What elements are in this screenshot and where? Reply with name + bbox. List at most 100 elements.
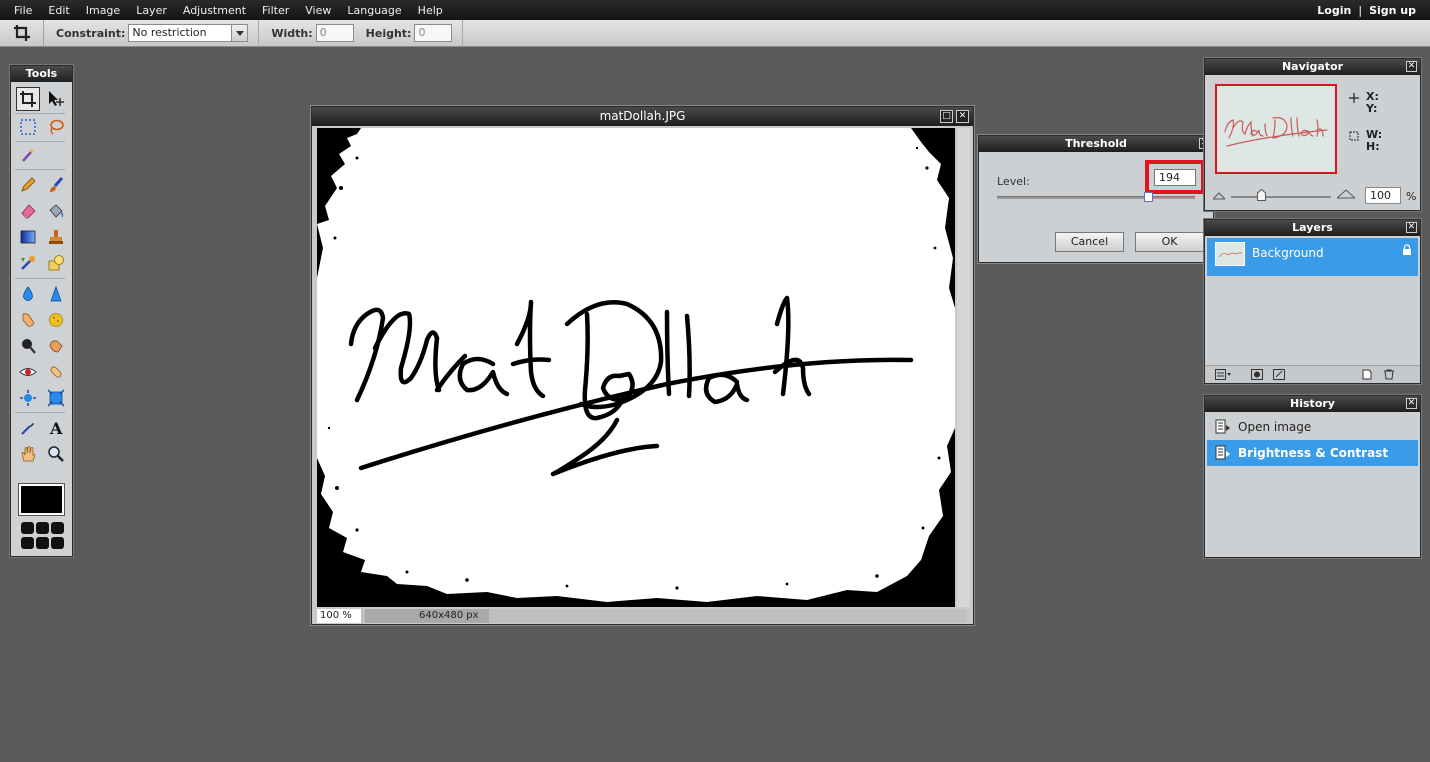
level-input[interactable]: 194 [1154,169,1196,186]
navigator-preview[interactable] [1215,84,1337,174]
image-canvas[interactable] [317,128,955,607]
history-item[interactable]: Brightness & Contrast [1207,440,1418,466]
smudge-icon[interactable] [16,308,40,332]
text-tool-icon[interactable]: A [44,416,68,440]
zoom-slider-handle[interactable] [1257,188,1266,201]
zoom-in-icon[interactable] [1335,189,1357,202]
layer-item[interactable]: Background [1207,238,1418,276]
menu-edit[interactable]: Edit [39,4,76,17]
zoom-input[interactable]: 100 [1365,187,1401,204]
cancel-button[interactable]: Cancel [1055,232,1124,252]
menu-filter[interactable]: Filter [253,4,296,17]
crop-tool-icon[interactable] [16,87,40,111]
foreground-color-swatch[interactable] [19,484,64,515]
lasso-tool-icon[interactable] [44,115,68,139]
zoom-slider-track[interactable] [1231,196,1331,198]
sponge-icon[interactable] [44,308,68,332]
level-slider-track[interactable] [997,196,1195,199]
history-step-icon [1215,419,1231,438]
menu-adjustment[interactable]: Adjustment [174,4,253,17]
red-eye-icon[interactable] [16,360,40,384]
dodge-icon[interactable] [16,334,40,358]
eraser-icon[interactable] [16,199,40,223]
blur-icon[interactable] [16,282,40,306]
link-separator: | [1358,3,1363,17]
brush-icon[interactable] [44,173,68,197]
tools-panel: Tools A [10,65,73,557]
zoom-tool-icon[interactable] [44,442,68,466]
menu-view[interactable]: View [296,4,338,17]
crop-icon[interactable] [0,19,44,47]
burn-icon[interactable] [44,334,68,358]
chevron-down-icon[interactable] [231,25,248,41]
paint-bucket-icon[interactable] [44,199,68,223]
zoom-unit: % [1406,190,1417,203]
menu-file[interactable]: File [0,4,39,17]
constraint-select[interactable]: No restriction [128,24,249,42]
pinch-icon[interactable] [44,386,68,410]
tools-title: Tools [11,66,72,82]
move-tool-icon[interactable] [44,87,68,111]
layers-panel: Layers ✕ Background [1204,219,1421,384]
clone-stamp-icon[interactable] [44,225,68,249]
color-picker-icon[interactable] [16,416,40,440]
divider [15,169,65,170]
signup-link[interactable]: Sign up [1369,4,1416,17]
hand-tool-icon[interactable] [16,442,40,466]
magic-wand-icon[interactable] [16,143,40,167]
layer-style-icon[interactable] [1273,369,1285,380]
account-links: Login | Sign up [1317,0,1416,20]
history-item[interactable]: Open image [1207,414,1418,440]
close-icon[interactable]: ✕ [1406,222,1417,233]
spot-heal-icon[interactable] [44,360,68,384]
palette-button[interactable] [51,522,64,534]
divider [462,19,464,47]
level-label: Level: [997,175,1030,188]
height-input[interactable]: 0 [414,24,453,42]
login-link[interactable]: Login [1317,4,1351,17]
selection-size: W: H: [1366,129,1382,153]
history-title: History [1205,396,1420,412]
color-replace-icon[interactable] [16,251,40,275]
tool-options-bar: Constraint: No restriction Width: 0 Heig… [0,19,1430,47]
lock-icon[interactable] [1402,244,1412,259]
menu-help[interactable]: Help [409,4,450,17]
vertical-scrollbar[interactable] [957,128,970,607]
navigator-title: Navigator [1205,59,1420,75]
marquee-tool-icon[interactable] [16,115,40,139]
palette-button[interactable] [21,522,34,534]
trash-icon[interactable] [1383,369,1395,380]
menu-language[interactable]: Language [338,4,408,17]
gradient-icon[interactable] [16,225,40,249]
palette-button[interactable] [36,537,49,549]
layer-mask-icon[interactable] [1251,369,1263,380]
selection-size-icon [1349,131,1359,144]
menu-image[interactable]: Image [77,4,127,17]
history-item-label: Brightness & Contrast [1238,446,1389,460]
y-label: Y: [1366,102,1378,115]
close-icon[interactable]: ✕ [1406,61,1417,72]
close-icon[interactable]: ✕ [1406,398,1417,409]
crosshair-icon [1349,93,1359,106]
level-slider-handle[interactable] [1143,192,1153,202]
maximize-icon[interactable]: □ [940,110,953,123]
new-layer-icon[interactable] [1361,369,1373,380]
palette-button[interactable] [51,537,64,549]
threshold-title: Threshold [979,136,1213,152]
sharpen-icon[interactable] [44,282,68,306]
history-panel: History ✕ Open image Brightness & Contra… [1204,395,1421,558]
palette-button[interactable] [36,522,49,534]
pencil-icon[interactable] [16,173,40,197]
width-input[interactable]: 0 [315,24,354,42]
drawing-shape-icon[interactable] [44,251,68,275]
menu-layer[interactable]: Layer [127,4,174,17]
history-step-icon [1215,445,1231,464]
image-window-title: matDollah.JPG [312,107,973,126]
layer-settings-icon[interactable] [1215,369,1231,380]
ok-button[interactable]: OK [1135,232,1204,252]
zoom-level[interactable]: 100 % [317,609,361,623]
zoom-out-icon[interactable] [1211,190,1227,203]
close-icon[interactable]: ✕ [956,110,969,123]
bloat-icon[interactable] [16,386,40,410]
palette-button[interactable] [21,537,34,549]
